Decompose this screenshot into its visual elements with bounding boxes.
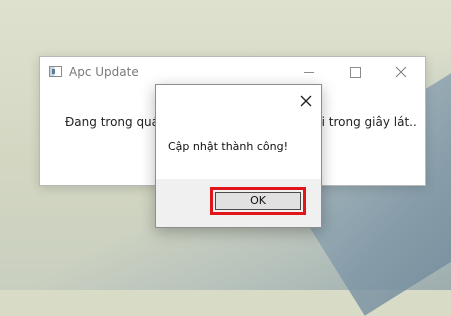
dialog-button-area: OK [156,179,321,227]
title-bar[interactable]: Apc Update [40,57,425,87]
close-icon [395,66,407,78]
ok-button[interactable]: OK [215,192,301,210]
close-icon [300,95,312,107]
window-close-button[interactable] [378,57,424,87]
minimize-icon [304,72,314,73]
success-dialog: Cập nhật thành công! OK [155,84,322,228]
dialog-message: Cập nhật thành công! [168,140,289,153]
maximize-icon [350,67,361,78]
dialog-close-button[interactable] [292,88,318,112]
app-window-icon [49,66,62,77]
window-title: Apc Update [69,65,139,79]
maximize-button[interactable] [332,57,378,87]
minimize-button[interactable] [286,57,332,87]
